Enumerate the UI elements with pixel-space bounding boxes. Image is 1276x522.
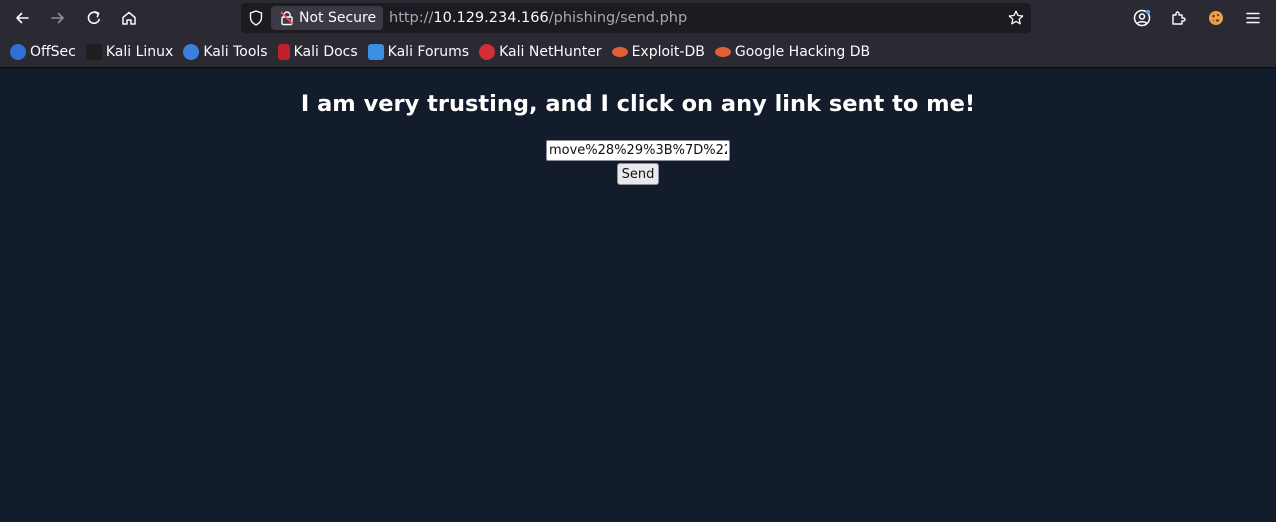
bookmark-label: Kali Tools <box>203 44 268 60</box>
browser-toolbar: Not Secure http://10.129.234.166/phishin… <box>0 0 1276 37</box>
bookmark-star-icon[interactable] <box>1007 9 1025 27</box>
bookmark-kali-nethunter[interactable]: Kali NetHunter <box>479 40 602 64</box>
bookmark-label: OffSec <box>30 44 76 60</box>
bookmark-kali-linux[interactable]: Kali Linux <box>85 40 174 64</box>
bookmark-label: Kali NetHunter <box>499 44 602 60</box>
page-content: I am very trusting, and I click on any l… <box>0 69 1276 522</box>
url-prefix: http:// <box>389 10 434 26</box>
account-icon <box>1133 9 1151 27</box>
page-heading: I am very trusting, and I click on any l… <box>300 91 976 117</box>
bookmarks-toolbar: OffSec Kali Linux Kali Tools Kali Docs K… <box>0 37 1276 68</box>
not-secure-label: Not Secure <box>299 10 377 26</box>
account-button[interactable] <box>1127 4 1157 32</box>
send-button[interactable]: Send <box>617 163 659 185</box>
broken-lock-icon <box>280 11 294 26</box>
address-bar[interactable]: Not Secure http://10.129.234.166/phishin… <box>241 3 1031 33</box>
url-host: 10.129.234.166 <box>433 10 549 26</box>
extensions-button[interactable] <box>1164 4 1194 32</box>
tracking-shield-icon[interactable] <box>247 9 265 27</box>
bookmark-kali-docs[interactable]: Kali Docs <box>277 40 358 64</box>
bookmark-label: Kali Docs <box>293 44 358 60</box>
extension-button[interactable] <box>1201 4 1231 32</box>
link-input[interactable] <box>546 140 730 161</box>
url-text[interactable]: http://10.129.234.166/phishing/send.php <box>389 3 687 33</box>
reload-icon <box>87 11 100 25</box>
url-path: /phishing/send.php <box>548 10 688 26</box>
bookmark-label: Kali Forums <box>387 44 470 60</box>
forward-button[interactable] <box>43 4 73 32</box>
hamburger-menu-icon <box>1246 12 1260 24</box>
bookmark-exploit-db[interactable]: Exploit-DB <box>611 40 705 64</box>
reload-button[interactable] <box>79 4 109 32</box>
app-menu-button[interactable] <box>1238 4 1268 32</box>
kali-docs-icon <box>277 44 290 60</box>
bookmark-kali-forums[interactable]: Kali Forums <box>367 40 470 64</box>
bookmark-google-hacking-db[interactable]: Google Hacking DB <box>714 40 871 64</box>
arrow-left-icon <box>16 12 29 24</box>
bookmark-label: Google Hacking DB <box>734 44 871 60</box>
kali-dragon-icon <box>85 44 102 60</box>
cookie-extension-icon <box>1209 11 1223 25</box>
back-button[interactable] <box>7 4 37 32</box>
home-icon <box>122 11 136 25</box>
exploit-db-icon <box>611 47 628 57</box>
kali-tools-icon <box>183 44 200 60</box>
puzzle-piece-icon <box>1172 11 1186 25</box>
arrow-right-icon <box>51 12 64 24</box>
kali-forums-icon <box>367 44 384 60</box>
bookmark-kali-tools[interactable]: Kali Tools <box>183 40 268 64</box>
ghdb-icon <box>714 47 731 57</box>
home-button[interactable] <box>114 4 144 32</box>
bookmark-label: Kali Linux <box>105 44 174 60</box>
site-security-indicator[interactable]: Not Secure <box>271 6 383 30</box>
bookmark-offsec[interactable]: OffSec <box>10 40 76 64</box>
bookmark-label: Exploit-DB <box>631 44 705 60</box>
nethunter-icon <box>479 44 496 60</box>
offsec-icon <box>10 44 26 60</box>
